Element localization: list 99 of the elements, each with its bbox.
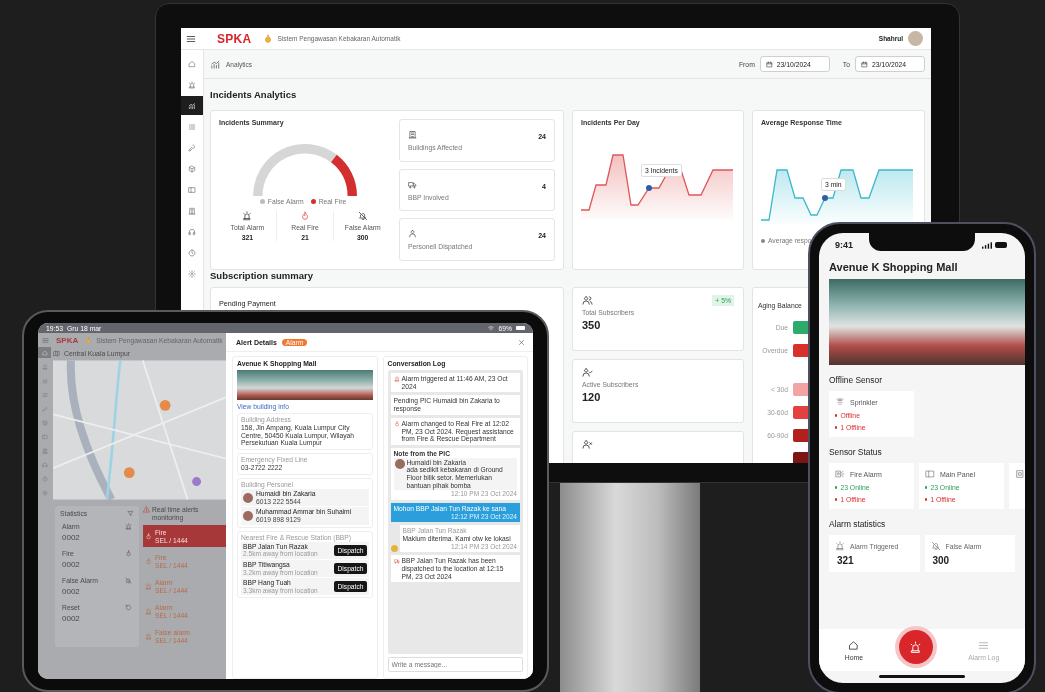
house-icon — [848, 639, 860, 651]
sidebar-item[interactable] — [181, 96, 203, 115]
siren-icon — [41, 363, 48, 370]
device-icon — [1015, 469, 1025, 479]
settings-icon — [188, 269, 196, 278]
menu-icon — [42, 336, 49, 344]
filter-icon — [127, 510, 134, 517]
stat-value: 350 — [582, 319, 602, 331]
close-button[interactable] — [518, 338, 525, 346]
panel-icon — [188, 185, 196, 194]
menu-button[interactable] — [186, 33, 196, 44]
siren-icon — [145, 582, 152, 590]
chart-icon — [41, 377, 48, 384]
bell-off-icon — [357, 211, 368, 221]
section-title: Sensor Status — [829, 447, 883, 457]
panel-icon — [925, 469, 935, 479]
siren-icon — [242, 211, 253, 221]
menu-icon — [186, 33, 196, 44]
flame-icon — [125, 550, 132, 557]
user-check-icon — [582, 367, 593, 378]
avatar — [390, 545, 398, 553]
sprinkler-icon — [835, 397, 845, 407]
house-icon — [188, 59, 196, 68]
status-dot — [835, 426, 838, 429]
avatar — [394, 458, 405, 469]
flame-icon — [393, 420, 400, 427]
wifi-icon — [488, 325, 495, 331]
truck-icon — [393, 558, 400, 565]
stat-value: 0002 — [62, 533, 80, 542]
siren-icon — [125, 523, 132, 530]
stat-value: 0002 — [62, 587, 81, 596]
calendar-icon — [861, 60, 868, 68]
list-icon — [41, 391, 48, 398]
siren-icon — [145, 607, 152, 615]
user-x-icon — [582, 439, 593, 450]
stat-value: 300 — [932, 555, 951, 566]
warning-icon — [143, 506, 150, 513]
clock-icon — [188, 248, 196, 257]
stat-value: 120 — [582, 391, 602, 403]
users-icon — [582, 295, 593, 306]
status-time: 9:41 — [835, 240, 853, 250]
calendar-icon — [765, 60, 773, 68]
status-dot — [835, 486, 838, 489]
section-title: Alarm statistics — [829, 519, 887, 529]
app-logo: SPKA — [56, 335, 79, 345]
alarm-device-icon — [835, 469, 845, 479]
battery-icon — [516, 326, 525, 330]
chart-icon — [188, 101, 196, 110]
close-icon — [518, 338, 525, 346]
flame-icon — [262, 33, 273, 44]
siren-icon — [145, 632, 152, 640]
avatar — [243, 492, 253, 503]
box-icon — [41, 419, 48, 426]
settings-icon — [41, 489, 48, 496]
headset-icon — [41, 461, 48, 468]
building-icon — [41, 447, 48, 454]
key-icon — [188, 143, 196, 152]
list-icon — [188, 122, 196, 131]
section-title: Offline Sensor — [829, 375, 883, 385]
building-name: Avenue K Shopping Mall — [829, 261, 959, 273]
bell-off-icon — [930, 541, 941, 551]
flame-icon — [300, 211, 310, 221]
avatar[interactable] — [908, 31, 923, 46]
siren-icon — [835, 541, 845, 551]
avatar — [243, 510, 253, 521]
siren-icon — [188, 80, 196, 89]
section-title: Incidents Analytics — [210, 89, 298, 101]
flame-icon — [85, 336, 93, 344]
box-icon — [188, 164, 196, 173]
stat-value: 0002 — [62, 560, 80, 569]
flame-icon — [145, 557, 152, 565]
status-dot — [925, 486, 928, 489]
building-icon — [188, 206, 196, 215]
person-icon — [408, 229, 417, 239]
status-dot — [835, 414, 838, 417]
headset-icon — [188, 227, 196, 236]
stat-value: 0002 — [62, 614, 80, 623]
clock-icon — [41, 475, 48, 482]
truck-icon — [408, 179, 417, 189]
battery-icon — [995, 242, 1007, 248]
status-dot — [925, 498, 928, 501]
flame-icon — [145, 532, 152, 540]
section-title: Subscription summary — [210, 270, 314, 282]
menu-icon — [978, 639, 990, 651]
panel-icon — [41, 433, 48, 440]
refresh-icon — [125, 604, 132, 611]
signal-icon — [982, 241, 992, 249]
siren-icon — [393, 376, 400, 382]
legend-dot — [761, 238, 765, 243]
map-icon — [53, 350, 60, 357]
app-logo: SPKA — [217, 31, 252, 46]
chart-icon — [210, 58, 221, 70]
status-dot — [835, 498, 838, 501]
stat-value: 321 — [837, 555, 855, 566]
key-icon — [41, 405, 48, 412]
building-icon — [408, 129, 417, 139]
siren-icon — [909, 640, 923, 654]
bell-off-icon — [125, 577, 132, 584]
house-icon — [41, 349, 48, 356]
